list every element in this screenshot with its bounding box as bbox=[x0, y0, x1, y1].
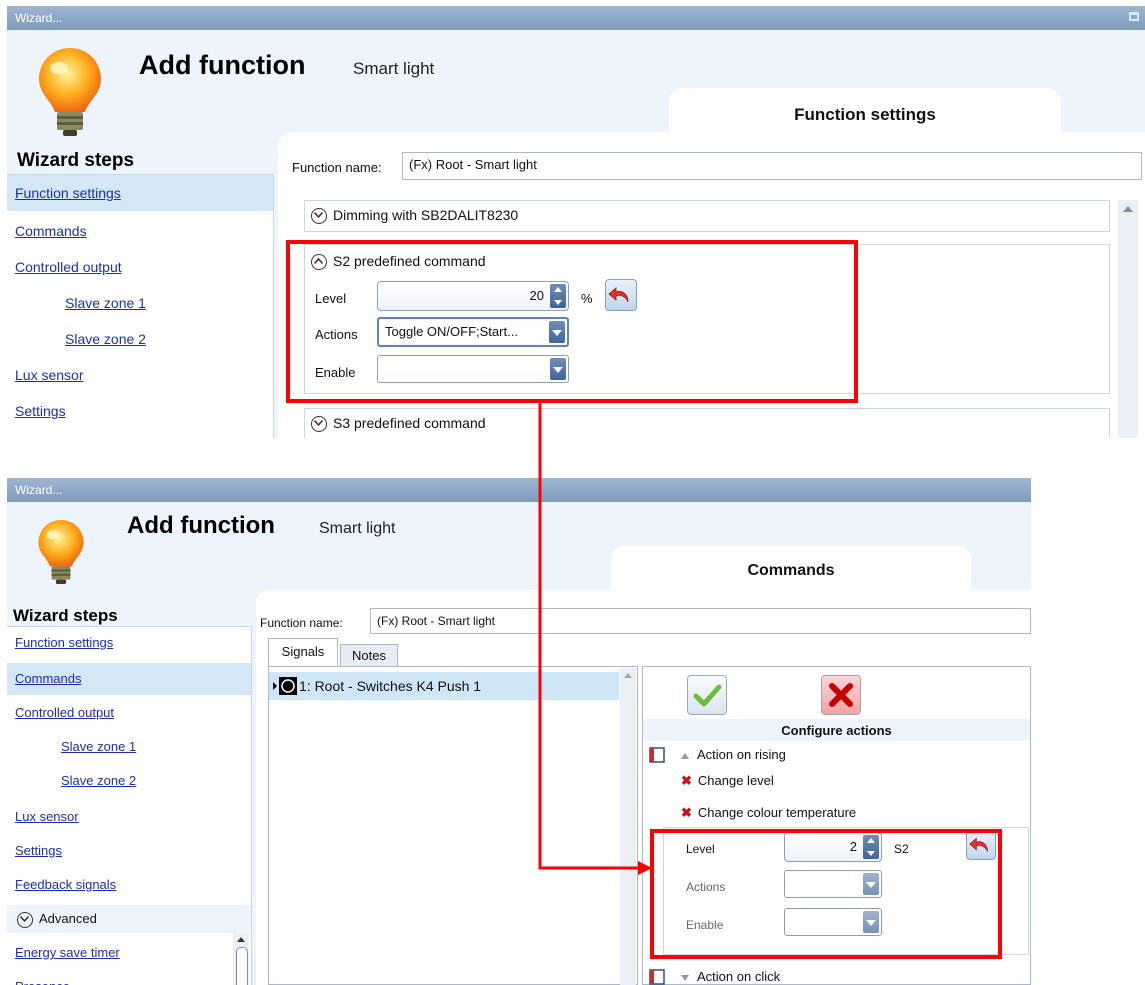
advanced-section-header[interactable]: Advanced bbox=[7, 905, 251, 933]
bottom-step-slave-zone-2[interactable]: Slave zone 2 bbox=[7, 765, 251, 797]
bottom-step-settings[interactable]: Settings bbox=[7, 835, 251, 867]
top-step-function-settings[interactable]: Function settings bbox=[7, 175, 273, 211]
maximize-icon[interactable] bbox=[1129, 12, 1139, 21]
signals-list: 1: Root - Switches K4 Push 1 bbox=[268, 666, 638, 985]
lightbulb-icon bbox=[39, 48, 101, 136]
top-wizard-steps-list: Function settings Commands Controlled ou… bbox=[7, 174, 274, 438]
scroll-up-icon[interactable] bbox=[237, 937, 245, 942]
scroll-up-icon[interactable] bbox=[624, 673, 632, 678]
top-group-dimming-label: Dimming with SB2DALIT8230 bbox=[333, 207, 519, 223]
top-group-s3[interactable]: S3 predefined command bbox=[304, 408, 1110, 438]
bottom-header-title: Add function bbox=[127, 512, 275, 539]
top-function-name-input[interactable]: (Fx) Root - Smart light bbox=[402, 152, 1142, 180]
close-icon bbox=[829, 683, 853, 707]
top-tab-function-settings: Function settings bbox=[669, 88, 1061, 132]
bottom-step-commands[interactable]: Commands bbox=[7, 663, 251, 695]
book-icon bbox=[649, 969, 665, 985]
top-step-controlled-output[interactable]: Controlled output bbox=[7, 249, 273, 285]
top-function-name-label: Function name: bbox=[292, 160, 382, 175]
bottom-wizard-steps-list: Function settings Commands Controlled ou… bbox=[7, 626, 252, 985]
top-group-s3-header: S3 predefined command bbox=[311, 415, 486, 433]
top-window-title: Wizard... bbox=[15, 11, 63, 25]
bottom-step-function-settings[interactable]: Function settings bbox=[7, 627, 251, 659]
bottom-step-controlled-output[interactable]: Controlled output bbox=[7, 697, 251, 729]
bottom-function-name-input[interactable]: (Fx) Root - Smart light bbox=[370, 608, 1031, 634]
signal-row[interactable]: 1: Root - Switches K4 Push 1 bbox=[269, 672, 619, 700]
bottom-function-name-label: Function name: bbox=[260, 616, 343, 630]
action-on-click[interactable]: Action on click bbox=[681, 969, 780, 984]
top-header-subtitle: Smart light bbox=[353, 59, 435, 78]
configure-actions-title: Configure actions bbox=[643, 719, 1030, 741]
change-colour-temperature-row[interactable]: ✖ Change colour temperature bbox=[681, 805, 856, 821]
change-level-label: Change level bbox=[697, 773, 774, 788]
top-step-lux-sensor[interactable]: Lux sensor bbox=[7, 357, 273, 393]
lightbulb-icon bbox=[38, 520, 84, 584]
bottom-title-bar: Wizard... bbox=[7, 478, 1031, 502]
bottom-window-title: Wizard... bbox=[15, 483, 63, 497]
confirm-button[interactable] bbox=[687, 675, 727, 715]
action-on-click-label: Action on click bbox=[697, 969, 781, 984]
top-step-slave-zone-2[interactable]: Slave zone 2 bbox=[7, 321, 273, 357]
bottom-header-subtitle: Smart light bbox=[319, 520, 396, 537]
top-step-settings[interactable]: Settings bbox=[7, 393, 273, 429]
top-highlight-box bbox=[286, 240, 858, 403]
tab-notes[interactable]: Notes bbox=[340, 644, 398, 666]
top-step-slave-zone-1[interactable]: Slave zone 1 bbox=[7, 285, 273, 321]
action-on-rising[interactable]: Action on rising bbox=[681, 747, 786, 762]
signal-row-label: 1: Root - Switches K4 Push 1 bbox=[299, 678, 482, 694]
top-step-commands[interactable]: Commands bbox=[7, 213, 273, 249]
remove-x-icon[interactable]: ✖ bbox=[681, 805, 692, 821]
action-on-rising-label: Action on rising bbox=[697, 747, 786, 762]
chevron-down-icon[interactable] bbox=[311, 416, 327, 433]
scroll-thumb[interactable] bbox=[236, 947, 248, 985]
change-colour-temperature-label: Change colour temperature bbox=[697, 805, 857, 820]
top-scrollbar[interactable] bbox=[1118, 200, 1138, 438]
top-wizard-steps-title: Wizard steps bbox=[17, 150, 135, 171]
push-button-icon bbox=[273, 677, 297, 695]
top-group-dimming-header: Dimming with SB2DALIT8230 bbox=[311, 207, 519, 225]
top-group-s3-label: S3 predefined command bbox=[333, 415, 486, 431]
top-header-title: Add function bbox=[139, 50, 306, 80]
cancel-button[interactable] bbox=[821, 675, 861, 715]
remove-x-icon[interactable]: ✖ bbox=[681, 773, 692, 789]
checkmark-icon bbox=[693, 684, 722, 707]
signals-scrollbar[interactable] bbox=[620, 668, 636, 985]
change-level-row[interactable]: ✖ Change level bbox=[681, 773, 774, 789]
scroll-up-icon[interactable] bbox=[1123, 206, 1133, 212]
bottom-step-slave-zone-1[interactable]: Slave zone 1 bbox=[7, 731, 251, 763]
book-icon bbox=[649, 747, 665, 763]
collapse-triangle-icon[interactable] bbox=[681, 753, 689, 759]
bottom-step-energy-save-timer[interactable]: Energy save timer bbox=[7, 937, 251, 969]
bottom-wizard-steps-title: Wizard steps bbox=[13, 606, 118, 625]
steps-scrollbar[interactable] bbox=[233, 933, 249, 985]
top-title-bar: Wizard... bbox=[7, 6, 1145, 30]
bottom-step-feedback-signals[interactable]: Feedback signals bbox=[7, 869, 251, 901]
bottom-step-lux-sensor[interactable]: Lux sensor bbox=[7, 801, 251, 833]
top-group-dimming[interactable]: Dimming with SB2DALIT8230 bbox=[304, 200, 1110, 232]
chevron-down-icon[interactable] bbox=[311, 208, 327, 225]
chevron-down-icon[interactable] bbox=[17, 911, 33, 928]
expand-triangle-icon[interactable] bbox=[681, 975, 689, 981]
tab-signals[interactable]: Signals bbox=[268, 638, 338, 666]
bottom-highlight-box bbox=[650, 829, 1002, 959]
bottom-step-presence[interactable]: Presence bbox=[7, 971, 251, 985]
advanced-label: Advanced bbox=[39, 911, 97, 926]
bottom-tab-commands: Commands bbox=[611, 546, 971, 590]
